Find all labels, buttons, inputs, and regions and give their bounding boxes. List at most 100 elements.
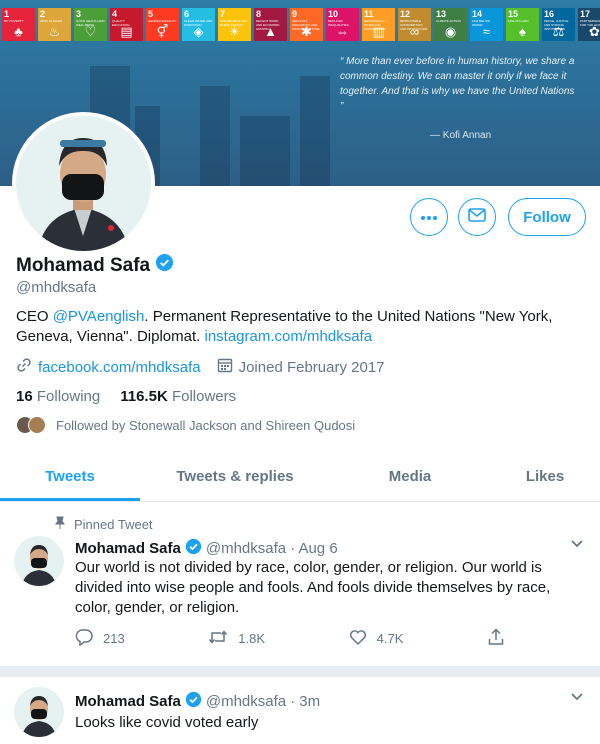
sdg-goals-strip: 1 NO POVERTY ♣ 2 ZERO HUNGER ♨ 3 GOOD HEALTH AN… [2, 8, 600, 41]
tab-media[interactable]: Media [330, 452, 490, 501]
sdg-goal-number: 11 [364, 9, 374, 19]
message-icon [468, 207, 486, 227]
sdg-goal-label: ZERO HUNGER [40, 19, 63, 23]
sdg-goal-number: 10 [328, 9, 339, 19]
banner-skyline [240, 116, 290, 186]
chevron-down-icon[interactable] [570, 536, 584, 552]
profile-avatar[interactable] [12, 112, 155, 255]
sdg-goal-icon: ✱ [301, 24, 312, 39]
following-link[interactable]: 16 Following [16, 388, 100, 405]
tweet-author-handle[interactable]: @mhdksafa [206, 693, 286, 710]
profile-bio: CEO @PVAenglish. Permanent Representativ… [16, 307, 576, 347]
sdg-goal-number: 8 [256, 9, 262, 19]
banner-skyline [300, 76, 330, 186]
tweet-time[interactable]: · Aug 6 [290, 540, 338, 557]
sdg-goal-label: CLIMATE ACTION [436, 19, 461, 23]
verified-icon [155, 253, 174, 278]
timeline-divider [0, 667, 600, 677]
more-icon [420, 208, 438, 226]
sdg-goal-tile: 1 NO POVERTY ♣ [2, 8, 35, 41]
sdg-goal-tile: 14 LIFE BELOW WATER ≈ [470, 8, 503, 41]
sdg-goal-tile: 2 ZERO HUNGER ♨ [38, 8, 71, 41]
chevron-down-icon[interactable] [570, 689, 584, 705]
sdg-goal-tile: 4 QUALITY EDUCATION ▤ [110, 8, 143, 41]
sdg-goal-number: 4 [112, 9, 118, 19]
sdg-goal-icon: ◉ [444, 24, 457, 39]
message-button[interactable] [458, 198, 496, 236]
followed-by[interactable]: Followed by Stonewall Jackson and Shiree… [16, 416, 355, 434]
display-name: Mohamad Safa [16, 254, 151, 276]
reply-count: 213 [103, 631, 125, 646]
tab-likes[interactable]: Likes [490, 452, 600, 501]
pin-icon [54, 516, 66, 533]
banner-quote: “ More than ever before in human history… [340, 56, 575, 112]
profile-handle: @mhdksafa [16, 279, 97, 296]
followers-label: Followers [171, 388, 237, 405]
sdg-goal-icon: ✿ [589, 24, 600, 39]
tweet-author-handle[interactable]: @mhdksafa [206, 540, 286, 557]
following-count: 16 [16, 388, 33, 405]
share-button[interactable] [487, 628, 505, 649]
followed-by-text: Followed by Stonewall Jackson and Shiree… [56, 417, 356, 433]
sdg-goal-icon: ♡ [84, 24, 97, 39]
sdg-goal-icon: ♠ [519, 24, 526, 39]
sdg-goal-label: NO POVERTY [4, 19, 24, 23]
tweet-time[interactable]: · 3m [290, 693, 320, 710]
avatar [28, 416, 46, 434]
like-button[interactable]: 4.7K [349, 628, 403, 649]
tweet[interactable]: Mohamad Safa @mhdksafa · 3m Looks like c… [0, 677, 600, 744]
joined-date: Joined February 2017 [238, 358, 385, 376]
sdg-goal-icon: ▲ [264, 24, 277, 39]
sdg-goal-tile: 12 RESPONSIBLE CONSUMPTION AND PRODUCTION… [398, 8, 431, 41]
verified-icon [185, 538, 202, 559]
sdg-goal-icon: ∞ [409, 24, 420, 39]
retweet-icon [208, 628, 228, 649]
more-options-button[interactable] [410, 198, 448, 236]
sdg-goal-tile: 5 GENDER EQUALITY ⚥ [146, 8, 179, 41]
sdg-goal-number: 16 [544, 9, 555, 19]
sdg-goal-number: 3 [76, 9, 82, 19]
retweet-count: 1.8K [238, 631, 266, 646]
sdg-goal-icon: ◈ [193, 24, 204, 39]
share-icon [487, 628, 505, 649]
tweet-author-name[interactable]: Mohamad Safa [75, 693, 181, 710]
sdg-goal-icon: ☀ [228, 24, 241, 39]
followers-link[interactable]: 116.5K Followers [120, 388, 236, 405]
tweet-pinned[interactable]: Pinned Tweet Mohamad Safa @mhdksafa · Au… [0, 502, 600, 667]
sdg-goal-label: LIFE ON LAND [508, 19, 529, 23]
tab-tweets[interactable]: Tweets [0, 452, 140, 501]
avatar[interactable] [14, 536, 64, 586]
sdg-goal-number: 12 [400, 9, 411, 19]
profile-meta: facebook.com/mhdksafa Joined February 20… [16, 357, 385, 377]
sdg-goal-number: 15 [508, 9, 519, 19]
tweet-author-name[interactable]: Mohamad Safa [75, 540, 181, 557]
sdg-goal-tile: 10 REDUCED INEQUALITIES ⇔ [326, 8, 359, 41]
avatar[interactable] [14, 687, 64, 737]
verified-icon [185, 691, 202, 712]
website-link[interactable]: facebook.com/mhdksafa [38, 359, 201, 376]
reply-button[interactable]: 213 [75, 628, 125, 649]
reply-icon [75, 628, 93, 649]
tweet-header: Mohamad Safa @mhdksafa · 3m [75, 691, 320, 712]
pinned-text: Pinned Tweet [74, 517, 153, 532]
sdg-goal-icon: ♣ [14, 24, 23, 39]
sdg-goal-label: GENDER EQUALITY [148, 19, 177, 23]
link-icon [16, 357, 32, 377]
sdg-goal-tile: 15 LIFE ON LAND ♠ [506, 8, 539, 41]
profile-name: Mohamad Safa [16, 253, 174, 278]
sdg-goal-icon: ≈ [482, 24, 491, 39]
sdg-goal-icon: ♨ [48, 24, 61, 39]
retweet-button[interactable]: 1.8K [208, 628, 265, 649]
follow-button[interactable]: Follow [508, 198, 586, 236]
bio-instagram-link[interactable]: instagram.com/mhdksafa [205, 328, 373, 345]
sdg-goal-number: 9 [292, 9, 298, 19]
tab-tweets-replies[interactable]: Tweets & replies [140, 452, 330, 501]
pinned-label: Pinned Tweet [54, 516, 153, 533]
sdg-goal-tile: 9 INDUSTRY, INNOVATION AND INFRASTRUCTURE… [290, 8, 323, 41]
bio-mention-link[interactable]: @PVAenglish [53, 308, 145, 325]
bio-text: CEO [16, 308, 53, 325]
sdg-goal-number: 14 [472, 9, 483, 19]
sdg-goal-tile: 3 GOOD HEALTH AND WELL-BEING ♡ [74, 8, 107, 41]
sdg-goal-number: 7 [220, 9, 226, 19]
sdg-goal-icon: ⚖ [552, 24, 565, 39]
